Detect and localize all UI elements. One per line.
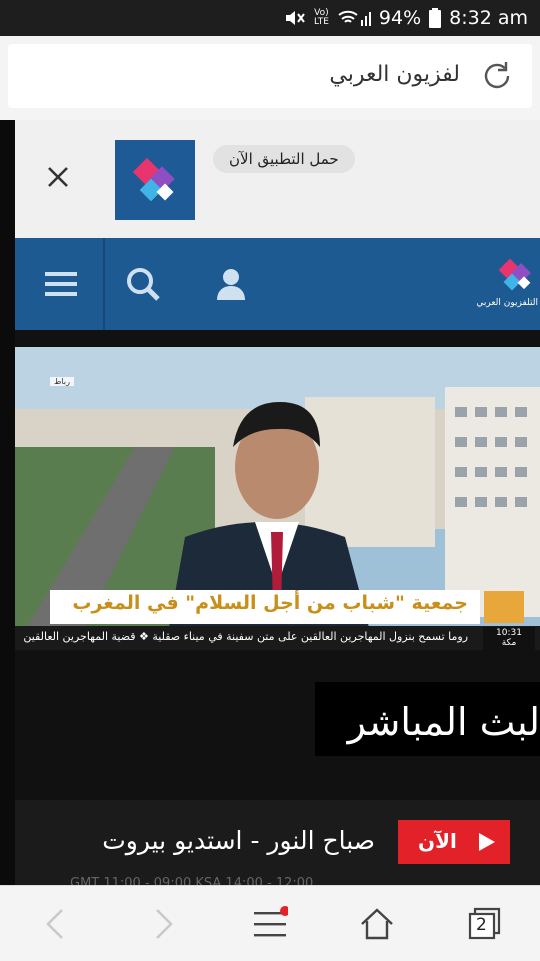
menu-icon[interactable] bbox=[43, 266, 79, 302]
user-icon[interactable] bbox=[213, 266, 249, 302]
tabs-button[interactable]: 2 bbox=[466, 906, 502, 942]
url-field[interactable]: لفزيون العربي bbox=[8, 44, 532, 108]
menu-icon[interactable] bbox=[252, 906, 288, 942]
program-card[interactable]: الآن صباح النور - استديو بيروت GMT 11:00… bbox=[15, 800, 540, 885]
live-section-heading-box: لبث المباشر bbox=[315, 682, 540, 756]
program-schedule: GMT 11:00 - 09:00 KSA 14:00 - 12:00 bbox=[70, 876, 314, 885]
mute-icon bbox=[285, 11, 305, 25]
program-title: صباح النور - استديو بيروت bbox=[102, 826, 375, 855]
now-playing-button[interactable]: الآن bbox=[398, 820, 510, 864]
forward-icon[interactable] bbox=[145, 906, 181, 942]
battery-icon bbox=[429, 8, 442, 28]
search-icon[interactable] bbox=[125, 266, 161, 302]
live-video-player[interactable]: رباط جمعية "شباب من أجل السلام" في المغر… bbox=[15, 347, 540, 650]
back-icon[interactable] bbox=[38, 906, 74, 942]
site-navbar: التلفزيون العربي bbox=[15, 238, 540, 330]
download-app-button[interactable]: حمل التطبيق الآن bbox=[213, 145, 355, 173]
url-text: لفزيون العربي bbox=[329, 62, 460, 87]
home-icon[interactable] bbox=[359, 906, 395, 942]
reload-icon[interactable] bbox=[480, 59, 514, 93]
close-icon[interactable] bbox=[43, 162, 73, 192]
notification-dot bbox=[280, 906, 288, 916]
volte-indicator: Vo) LTE bbox=[313, 8, 329, 27]
news-ticker: روما تسمح بنزول المهاجرين العالقين على م… bbox=[15, 626, 540, 650]
channel-badge bbox=[484, 591, 524, 623]
status-bar: Vo) LTE 94% 8:32 am bbox=[0, 0, 540, 36]
web-page: حمل التطبيق الآن التلفزيون العربي رباط ج… bbox=[15, 120, 540, 885]
tabs-count: 2 bbox=[476, 915, 487, 935]
wifi-signal-icon bbox=[338, 10, 371, 26]
browser-bottom-bar: 2 bbox=[0, 885, 540, 961]
broadcast-clock: 10:31 مكة bbox=[483, 627, 535, 650]
play-icon bbox=[479, 833, 495, 851]
lower-third-caption: جمعية "شباب من أجل السلام" في المغرب bbox=[50, 590, 480, 624]
live-section-heading: لبث المباشر bbox=[347, 700, 540, 744]
app-download-banner: حمل التطبيق الآن bbox=[15, 120, 540, 238]
clock: 8:32 am bbox=[449, 7, 528, 29]
location-tag: رباط bbox=[50, 377, 74, 386]
battery-level: 94% bbox=[378, 7, 422, 29]
address-bar: لفزيون العربي bbox=[0, 36, 540, 120]
site-logo-caption: التلفزيون العربي bbox=[476, 298, 538, 308]
app-logo[interactable] bbox=[115, 140, 195, 220]
nav-divider bbox=[103, 238, 105, 330]
